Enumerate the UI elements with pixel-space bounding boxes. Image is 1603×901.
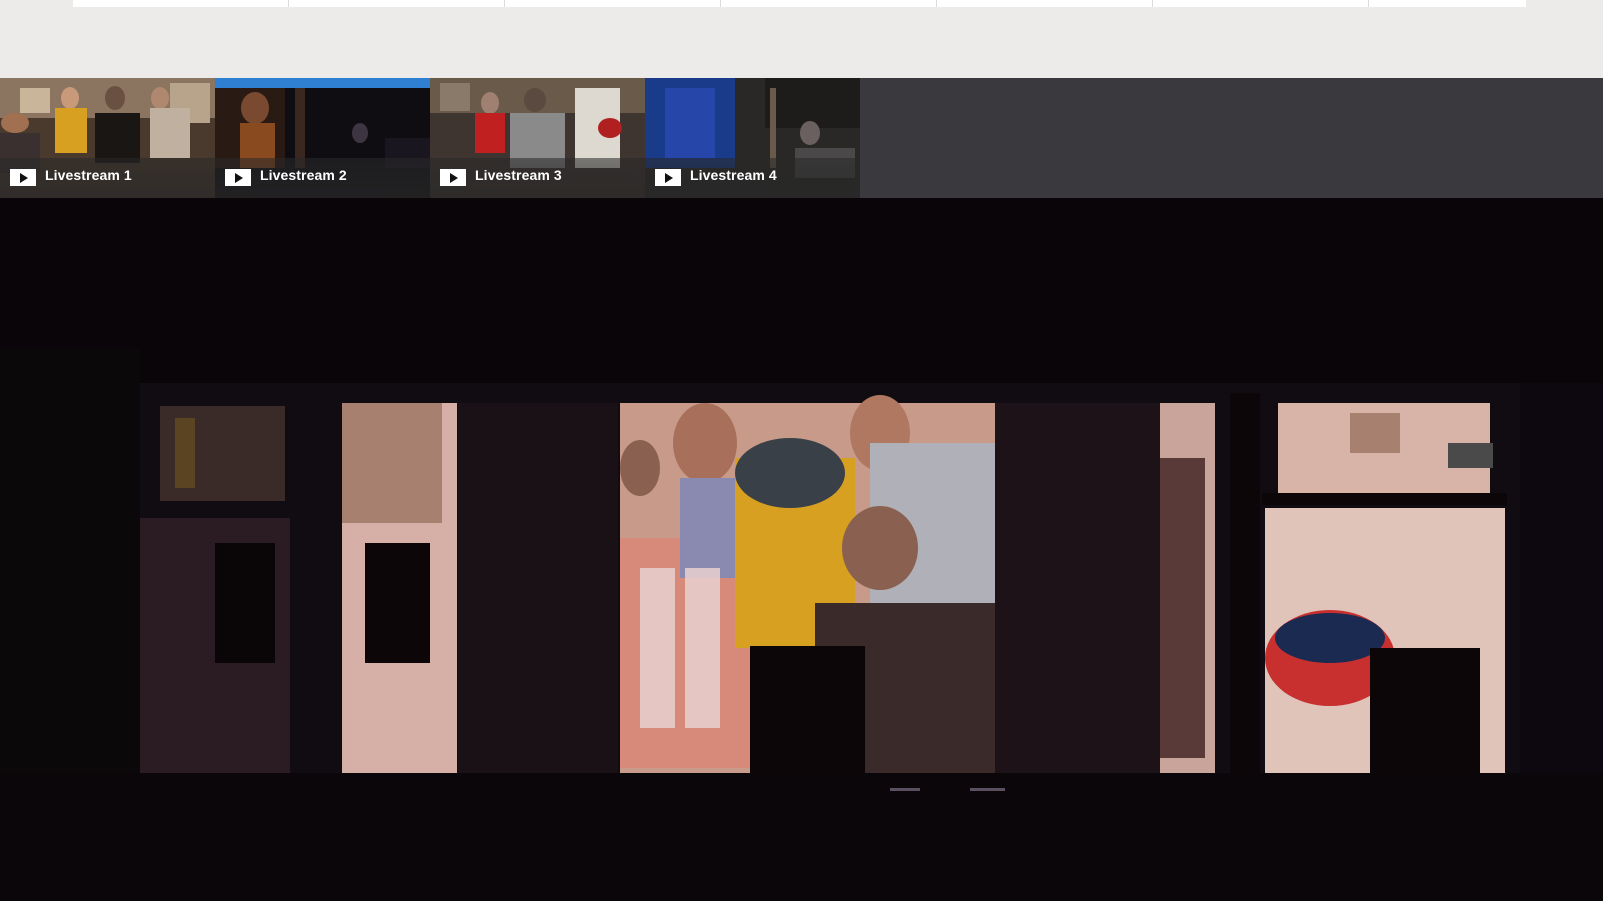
top-tab-strip [73,0,1526,7]
play-icon [10,169,36,186]
livestream-label: Livestream 3 [475,167,562,183]
top-tab-3[interactable] [505,0,721,7]
top-tab-1[interactable] [73,0,289,7]
livestream-label: Livestream 4 [690,167,777,183]
active-stream-indicator [215,78,430,88]
top-tab-6[interactable] [1153,0,1369,7]
top-tab-7[interactable] [1369,0,1526,7]
livestream-thumb-3[interactable]: Livestream 3 [430,78,645,198]
video-frame [0,198,1603,901]
livestream-thumb-4[interactable]: Livestream 4 [645,78,860,198]
top-tab-4[interactable] [721,0,937,7]
play-icon [440,169,466,186]
play-icon [225,169,251,186]
play-icon [655,169,681,186]
top-tab-5[interactable] [937,0,1153,7]
top-navigation-area [0,0,1603,78]
livestream-video-player[interactable] [0,198,1603,901]
top-tab-2[interactable] [289,0,505,7]
livestream-label: Livestream 1 [45,167,132,183]
livestream-label: Livestream 2 [260,167,347,183]
livestream-selector: Livestream 1 Livestream 2 Livestream 3 L… [0,78,1603,198]
livestream-thumb-2[interactable]: Livestream 2 [215,78,430,198]
livestream-thumb-1[interactable]: Livestream 1 [0,78,215,198]
